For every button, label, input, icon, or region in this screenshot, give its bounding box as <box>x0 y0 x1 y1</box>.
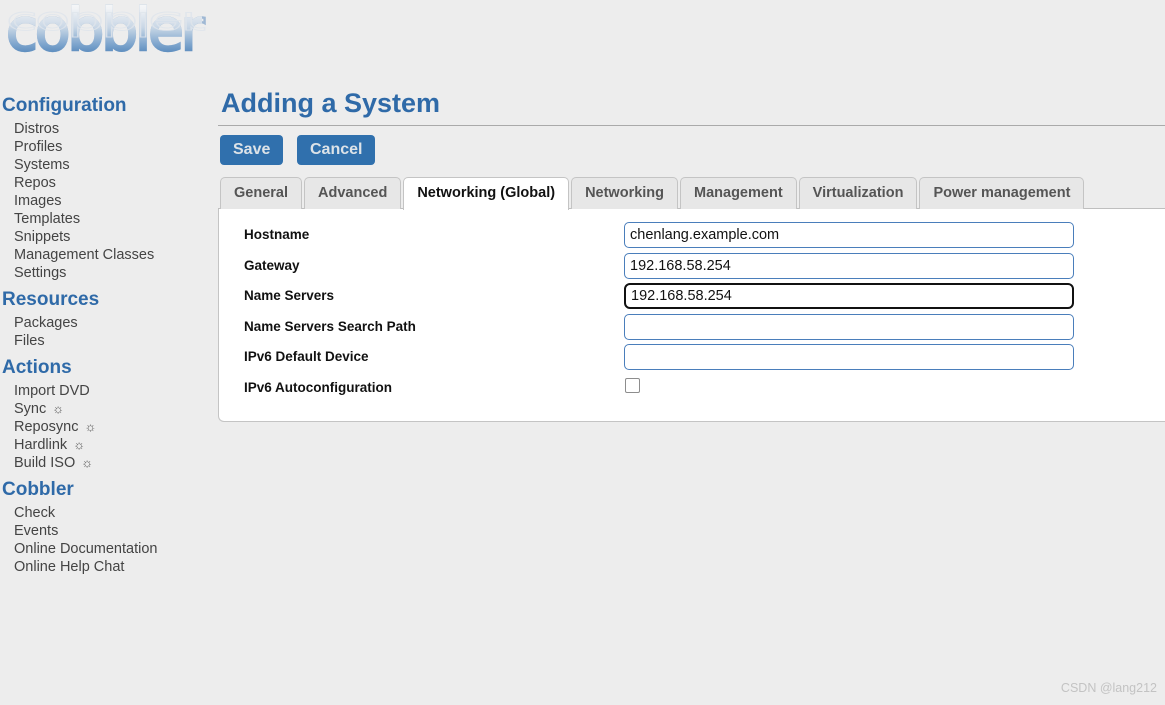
sidebar-item-label: Online Help Chat <box>14 558 125 575</box>
page-title: Adding a System <box>221 88 441 118</box>
sidebar-item-reposync[interactable]: Reposync ☼ <box>0 418 218 436</box>
main-content: Adding a System Save Cancel General Advan… <box>218 86 1165 705</box>
save-button[interactable]: Save <box>220 135 284 165</box>
sidebar-group-cobbler: Cobbler Check Events Online Documentation On… <box>0 474 218 576</box>
sidebar-item-label: Check <box>14 504 56 521</box>
sidebar-item-label: Reposync <box>14 418 79 435</box>
sidebar-item-settings[interactable]: Settings <box>0 264 218 282</box>
input-name-servers-search-path[interactable] <box>624 313 1074 340</box>
gear-icon: ☼ <box>73 436 86 452</box>
sidebar-group-configuration: Configuration Distros Profiles Systems Repos… <box>0 90 218 282</box>
sidebar-item-label: Settings <box>14 264 67 281</box>
watermark: CSDN @lang212 <box>1060 681 1157 695</box>
action-button-bar: Save Cancel <box>218 126 1165 173</box>
label-name-servers-search-path: Name Servers Search Path <box>244 318 416 334</box>
sidebar-item-online-documentation[interactable]: Online Documentation <box>0 540 218 558</box>
sidebar-item-distros[interactable]: Distros <box>0 120 218 138</box>
tab-networking-global[interactable]: Networking (Global) <box>403 177 570 210</box>
sidebar-item-label: Snippets <box>14 228 71 245</box>
tab-general[interactable]: General <box>220 177 302 209</box>
sidebar-item-label: Events <box>14 522 59 539</box>
sidebar-item-label: Distros <box>14 120 60 137</box>
sidebar-item-label: Systems <box>14 156 70 173</box>
sidebar-item-online-help-chat[interactable]: Online Help Chat <box>0 558 218 576</box>
form-row-ipv6-autoconfiguration: IPv6 Autoconfiguration <box>219 375 1165 406</box>
sidebar-item-label: Build ISO <box>14 454 76 471</box>
cancel-button[interactable]: Cancel <box>297 135 376 165</box>
sidebar-item-sync[interactable]: Sync ☼ <box>0 400 218 418</box>
sidebar-item-label: Online Documentation <box>14 540 158 557</box>
tab-panel-networking-global: Hostname Gateway Name Servers Name Servers … <box>218 209 1165 422</box>
label-ipv6-default-device: IPv6 Default Device <box>244 349 369 364</box>
sidebar-item-profiles[interactable]: Profiles <box>0 138 218 156</box>
tab-networking[interactable]: Networking <box>571 177 679 209</box>
input-ipv6-default-device[interactable] <box>624 344 1074 370</box>
sidebar-item-check[interactable]: Check <box>0 504 218 522</box>
sidebar-item-label: Sync <box>14 400 47 417</box>
label-name-servers: Name Servers <box>244 288 335 303</box>
sidebar-item-label: Files <box>14 332 45 349</box>
tab-virtualization[interactable]: Virtualization <box>798 177 918 209</box>
tab-bar: General Advanced Networking (Global) Networ… <box>218 173 1165 210</box>
sidebar-item-label: Repos <box>14 174 56 191</box>
sidebar-item-label: Packages <box>14 314 78 331</box>
input-gateway[interactable] <box>624 252 1074 279</box>
sidebar-heading-actions: Actions <box>2 356 72 378</box>
sidebar-item-systems[interactable]: Systems <box>0 156 218 174</box>
form-row-name-servers: Name Servers <box>219 283 1165 314</box>
label-hostname: Hostname <box>244 227 310 242</box>
sidebar-item-label: Profiles <box>14 138 63 155</box>
sidebar-item-templates[interactable]: Templates <box>0 210 218 228</box>
sidebar-heading-resources: Resources <box>2 288 100 310</box>
label-ipv6-autoconfiguration: IPv6 Autoconfiguration <box>244 379 392 395</box>
logo-reflection: cobbler <box>5 4 202 43</box>
sidebar-item-label: Hardlink <box>14 436 68 453</box>
tab-power-management[interactable]: Power management <box>919 177 1085 209</box>
sidebar-item-label: Management Classes <box>14 246 155 263</box>
sidebar-item-repos[interactable]: Repos <box>0 174 218 192</box>
sidebar-item-build-iso[interactable]: Build ISO ☼ <box>0 454 218 472</box>
checkbox-ipv6-autoconfiguration[interactable] <box>625 377 640 393</box>
sidebar-item-import-dvd[interactable]: Import DVD <box>0 382 218 400</box>
gear-icon: ☼ <box>81 454 94 470</box>
input-hostname[interactable] <box>624 222 1074 248</box>
gear-icon: ☼ <box>52 400 65 416</box>
sidebar-item-management-classes[interactable]: Management Classes <box>0 246 218 264</box>
sidebar-item-events[interactable]: Events <box>0 522 218 540</box>
label-gateway: Gateway <box>244 257 300 273</box>
sidebar-group-resources: Resources Packages Files <box>0 284 218 350</box>
sidebar-item-hardlink[interactable]: Hardlink ☼ <box>0 436 218 454</box>
form-row-gateway: Gateway <box>219 252 1165 284</box>
form-row-ipv6-default-device: IPv6 Default Device <box>219 344 1165 375</box>
sidebar-heading-cobbler: Cobbler <box>2 478 74 500</box>
sidebar-heading-configuration: Configuration <box>2 95 127 116</box>
sidebar-item-label: Images <box>14 192 62 209</box>
tab-advanced[interactable]: Advanced <box>304 177 402 209</box>
sidebar-navigation: Configuration Distros Profiles Systems Repos… <box>0 86 218 578</box>
sidebar-item-label: Templates <box>14 210 81 227</box>
gear-icon: ☼ <box>84 418 97 434</box>
input-name-servers[interactable] <box>624 283 1074 309</box>
site-logo[interactable]: cobbler cobbler cobbler <box>0 0 218 86</box>
form-row-hostname: Hostname <box>219 222 1165 253</box>
tab-management[interactable]: Management <box>680 177 797 209</box>
sidebar-item-packages[interactable]: Packages <box>0 314 218 332</box>
sidebar-item-files[interactable]: Files <box>0 332 218 350</box>
sidebar-group-actions: Actions Import DVD Sync ☼ Reposync ☼ Hardlin… <box>0 352 218 472</box>
sidebar-item-snippets[interactable]: Snippets <box>0 228 218 246</box>
form-row-name-servers-search-path: Name Servers Search Path <box>219 313 1165 345</box>
sidebar-item-images[interactable]: Images <box>0 192 218 210</box>
sidebar-item-label: Import DVD <box>14 382 90 399</box>
